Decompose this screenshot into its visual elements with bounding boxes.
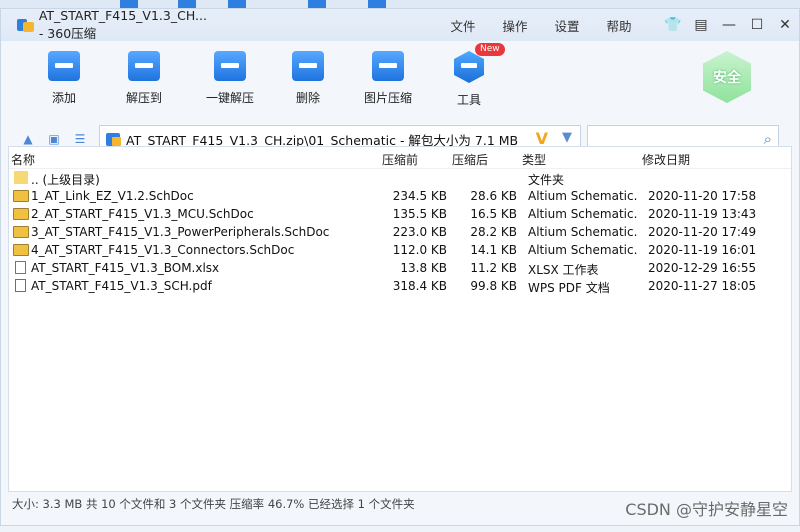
add-label: 添加	[51, 91, 76, 105]
file-type: XLSX 工作表	[528, 263, 599, 277]
file-orig-size: 223.0 KB	[392, 225, 447, 239]
new-badge: New	[475, 43, 505, 56]
file-name: AT_START_F415_V1.3_BOM.xlsx	[31, 261, 220, 275]
file-comp-size: 16.5 KB	[470, 207, 517, 221]
minimize-icon[interactable]: —	[715, 17, 743, 33]
file-date: 2020-11-19 16:01	[648, 243, 757, 257]
extract-to-icon	[128, 51, 160, 81]
file-type: WPS PDF 文档	[528, 281, 610, 295]
column-comp-size[interactable]: 压缩后	[452, 151, 488, 168]
file-comp-size: 28.2 KB	[470, 225, 517, 239]
xlsx-icon	[15, 261, 26, 274]
folder-icon	[14, 171, 28, 184]
schdoc-icon	[13, 244, 29, 256]
file-name: 4_AT_START_F415_V1.3_Connectors.SchDoc	[31, 243, 295, 257]
shirt-icon[interactable]: 👕	[659, 17, 687, 33]
chevron-down-icon[interactable]: ▼	[562, 130, 572, 145]
table-row[interactable]: AT_START_F415_V1.3_SCH.pdf 318.4 KB 99.8…	[9, 277, 791, 295]
delete-button[interactable]: 删除	[273, 41, 343, 121]
menu-file[interactable]: 文件	[437, 16, 489, 35]
table-row[interactable]: 4_AT_START_F415_V1.3_Connectors.SchDoc 1…	[9, 241, 791, 259]
table-row[interactable]: 2_AT_START_F415_V1.3_MCU.SchDoc 135.5 KB…	[9, 205, 791, 223]
list-header: 名称 压缩前 压缩后 类型 修改日期	[9, 147, 791, 169]
delete-label: 删除	[295, 91, 320, 105]
add-button[interactable]: 添加	[25, 41, 103, 121]
safe-shield-button[interactable]: 安全	[703, 51, 751, 103]
safe-label: 安全	[713, 70, 741, 86]
file-comp-size: 11.2 KB	[470, 261, 517, 275]
file-type: Altium Schematic...	[528, 243, 638, 257]
column-name[interactable]: 名称	[11, 151, 35, 168]
trash-icon	[292, 51, 324, 81]
file-date: 2020-11-20 17:58	[648, 189, 757, 203]
maximize-icon[interactable]: ☐	[743, 17, 771, 33]
watermark: CSDN @守护安静星空	[625, 500, 788, 519]
file-list: 名称 压缩前 压缩后 类型 修改日期 .. (上级目录) 文件夹 1_AT_Li…	[8, 146, 792, 492]
window-title: AT_START_F415_V1.3_CH... - 360压缩	[38, 8, 207, 41]
list-view-icon[interactable]: ☰	[73, 132, 87, 146]
file-orig-size: 234.5 KB	[392, 189, 447, 203]
title-bar: AT_START_F415_V1.3_CH... - 360压缩 文件 操作 设…	[1, 8, 799, 41]
file-name: 3_AT_START_F415_V1.3_PowerPeripherals.Sc…	[31, 225, 330, 239]
table-row[interactable]: 3_AT_START_F415_V1.3_PowerPeripherals.Sc…	[9, 223, 791, 241]
file-date: 2020-11-20 17:49	[648, 225, 757, 239]
column-type[interactable]: 类型	[522, 151, 546, 168]
extract-to-button[interactable]: 解压到	[101, 41, 187, 121]
tools-button[interactable]: New 工具	[433, 41, 505, 121]
file-comp-size: 14.1 KB	[470, 243, 517, 257]
menu-bar: 文件 操作 设置 帮助	[437, 16, 645, 35]
file-type: 文件夹	[528, 173, 565, 187]
one-click-extract-button[interactable]: 一键解压	[187, 41, 273, 121]
file-orig-size: 13.8 KB	[400, 261, 447, 275]
menu-help[interactable]: 帮助	[593, 16, 645, 35]
file-date: 2020-11-27 18:05	[648, 279, 757, 293]
image-compress-button[interactable]: 图片压缩	[343, 41, 433, 121]
file-date: 2020-12-29 16:55	[648, 261, 757, 275]
file-type: Altium Schematic...	[528, 207, 638, 221]
thumbnail-view-icon[interactable]: ▣	[47, 132, 61, 146]
toolbar: 添加 解压到 一键解压 删除 图片压缩 New 工具 安全	[1, 41, 799, 121]
column-date[interactable]: 修改日期	[642, 151, 690, 168]
zip-icon	[106, 132, 121, 146]
tools-label: 工具	[456, 93, 481, 107]
menu-settings[interactable]: 设置	[541, 16, 593, 35]
extract-to-label: 解压到	[125, 91, 162, 105]
file-orig-size: 112.0 KB	[392, 243, 447, 257]
window-controls: 👕 ▤ — ☐ ✕	[659, 17, 799, 33]
table-row[interactable]: 1_AT_Link_EZ_V1.2.SchDoc 234.5 KB 28.6 K…	[9, 187, 791, 205]
file-comp-size: 28.6 KB	[470, 189, 517, 203]
file-orig-size: 318.4 KB	[392, 279, 447, 293]
file-name: AT_START_F415_V1.3_SCH.pdf	[31, 279, 212, 293]
app-logo-icon	[17, 17, 34, 33]
file-type: Altium Schematic...	[528, 225, 638, 239]
table-row[interactable]: AT_START_F415_V1.3_BOM.xlsx 13.8 KB 11.2…	[9, 259, 791, 277]
image-compress-icon	[372, 51, 404, 81]
one-click-extract-label: 一键解压	[205, 91, 254, 105]
menu-operation[interactable]: 操作	[489, 16, 541, 35]
file-orig-size: 135.5 KB	[392, 207, 447, 221]
file-name: 2_AT_START_F415_V1.3_MCU.SchDoc	[31, 207, 254, 221]
file-type: Altium Schematic...	[528, 189, 638, 203]
close-icon[interactable]: ✕	[771, 17, 799, 33]
pdf-icon	[15, 279, 26, 292]
file-name: 1_AT_Link_EZ_V1.2.SchDoc	[31, 189, 194, 203]
file-comp-size: 99.8 KB	[470, 279, 517, 293]
image-compress-label: 图片压缩	[363, 91, 412, 105]
table-row[interactable]: .. (上级目录) 文件夹	[9, 169, 791, 187]
column-orig-size[interactable]: 压缩前	[382, 151, 418, 168]
schdoc-icon	[13, 190, 29, 202]
up-arrow-icon[interactable]: ▲	[21, 132, 35, 146]
schdoc-icon	[13, 208, 29, 220]
file-name: .. (上级目录)	[31, 173, 100, 187]
schdoc-icon	[13, 226, 29, 238]
file-date: 2020-11-19 13:43	[648, 207, 757, 221]
add-icon	[48, 51, 80, 81]
feedback-icon[interactable]: ▤	[687, 17, 715, 33]
one-click-extract-icon	[214, 51, 246, 81]
